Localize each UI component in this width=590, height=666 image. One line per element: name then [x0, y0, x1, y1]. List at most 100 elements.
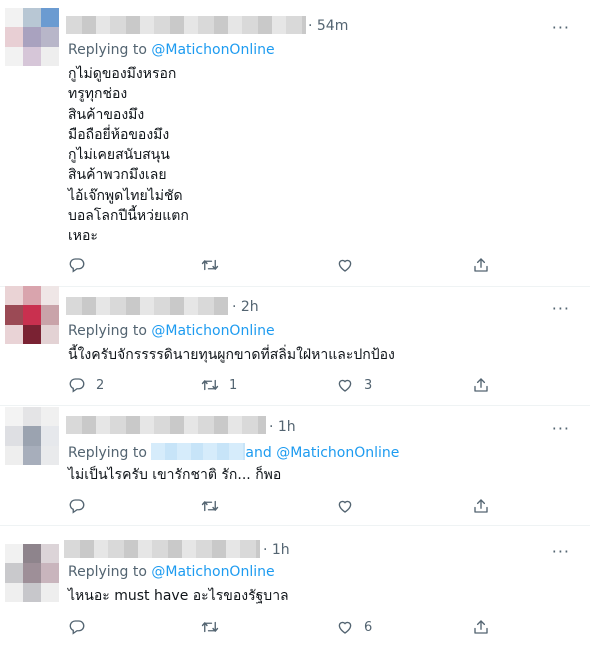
tweet-actions [68, 497, 538, 517]
avatar-pixel [41, 426, 59, 446]
avatar-pixel [41, 407, 59, 427]
reply-icon [68, 618, 86, 636]
tweet[interactable]: · 2h ··· Replying to @MatichonOnline นี้… [0, 286, 590, 406]
replying-to-label: Replying to [68, 323, 152, 339]
avatar-pixel [23, 407, 41, 427]
more-icon[interactable]: ··· [552, 419, 570, 438]
avatar-pixel [5, 27, 23, 47]
tweet[interactable]: · 54m ··· Replying to @MatichonOnline กู… [0, 0, 590, 287]
share-button[interactable] [472, 376, 490, 394]
tweet-text: ไม่เป็นไรครับ เขารักชาติ รัก... ก็พอ [68, 467, 282, 483]
avatar-pixel [23, 544, 41, 564]
tweet[interactable]: · 1h ··· Replying to and @MatichonOnline… [0, 406, 590, 526]
retweet-icon [201, 497, 219, 515]
share-button[interactable] [472, 618, 490, 636]
avatar-pixel [5, 582, 23, 602]
tweet-actions [68, 256, 538, 276]
retweet-button[interactable] [201, 497, 229, 515]
author-name-blurred[interactable] [66, 416, 266, 434]
replying-to: Replying to and @MatichonOnline [68, 443, 399, 461]
tweet-timestamp[interactable]: · 1h [269, 419, 296, 435]
reply-handle-link[interactable]: @MatichonOnline [151, 42, 274, 58]
avatar-pixel [41, 324, 59, 344]
like-button[interactable]: 3 [336, 376, 372, 394]
reply-icon [68, 256, 86, 274]
reply-icon [68, 376, 86, 394]
avatar-pixel [41, 544, 59, 564]
tweet-timestamp[interactable]: · 2h [232, 299, 259, 315]
heart-icon [336, 256, 354, 274]
avatar-pixel [5, 305, 23, 325]
share-button[interactable] [472, 256, 490, 274]
tweet-text: นี้ใงครับจักรรรรดินายทุนผูกขาดที่สลิ่มใฝ… [68, 347, 395, 363]
avatar[interactable] [5, 8, 59, 66]
retweet-button[interactable] [201, 256, 229, 274]
avatar-pixel [23, 582, 41, 602]
reply-button[interactable] [68, 618, 96, 636]
author-name-blurred[interactable] [66, 297, 228, 315]
retweet-count: 1 [229, 377, 238, 393]
avatar-pixel [5, 544, 23, 564]
avatar[interactable] [5, 286, 59, 344]
replying-to: Replying to @MatichonOnline [68, 323, 275, 339]
retweet-icon [201, 618, 219, 636]
avatar-pixel [23, 286, 41, 306]
tweet[interactable]: · 1h ··· Replying to @MatichonOnline ไหน… [0, 526, 590, 666]
reply-button[interactable] [68, 256, 96, 274]
avatar-pixel [41, 563, 59, 583]
like-button[interactable] [336, 497, 364, 515]
reply-handle-link[interactable]: @MatichonOnline [276, 445, 399, 461]
reply-and-label: and [245, 445, 277, 461]
like-button[interactable] [336, 256, 364, 274]
avatar-pixel [23, 27, 41, 47]
heart-icon [336, 376, 354, 394]
avatar-pixel [41, 286, 59, 306]
retweet-icon [201, 256, 219, 274]
retweet-icon [201, 376, 219, 394]
tweet-timestamp[interactable]: · 54m [308, 18, 348, 34]
reply-button[interactable]: 2 [68, 376, 104, 394]
share-icon [472, 497, 490, 515]
avatar-pixel [23, 46, 41, 66]
more-icon[interactable]: ··· [552, 299, 570, 318]
avatar-pixel [5, 286, 23, 306]
like-count: 6 [364, 619, 373, 635]
avatar-pixel [5, 445, 23, 465]
retweet-button[interactable] [201, 618, 229, 636]
more-icon[interactable]: ··· [552, 18, 570, 37]
retweet-button[interactable]: 1 [201, 376, 237, 394]
avatar-pixel [41, 27, 59, 47]
replying-to-label: Replying to [68, 42, 152, 58]
avatar-pixel [5, 407, 23, 427]
avatar-pixel [5, 46, 23, 66]
tweet-actions: 6 [68, 618, 538, 638]
avatar-pixel [23, 8, 41, 28]
reply-handle-link[interactable]: @MatichonOnline [151, 323, 274, 339]
replying-to-label: Replying to [68, 445, 152, 461]
replying-to-label: Replying to [68, 564, 152, 580]
avatar-pixel [23, 426, 41, 446]
reply-button[interactable] [68, 497, 96, 515]
author-name-blurred[interactable] [66, 16, 306, 34]
tweet-text: กูไม่ดูของมึงหรอก ทรูทุกช่อง สินค้าของมึ… [68, 66, 189, 245]
replying-to: Replying to @MatichonOnline [68, 42, 275, 58]
share-button[interactable] [472, 497, 490, 515]
avatar-pixel [23, 445, 41, 465]
like-count: 3 [364, 377, 373, 393]
avatar-pixel [23, 305, 41, 325]
like-button[interactable]: 6 [336, 618, 372, 636]
heart-icon [336, 618, 354, 636]
avatar-pixel [41, 445, 59, 465]
author-name-blurred[interactable] [64, 540, 260, 558]
mentioned-handle-blurred[interactable] [151, 443, 246, 460]
reply-handle-link[interactable]: @MatichonOnline [151, 564, 274, 580]
avatar-pixel [41, 305, 59, 325]
more-icon[interactable]: ··· [552, 542, 570, 561]
share-icon [472, 256, 490, 274]
replying-to: Replying to @MatichonOnline [68, 564, 275, 580]
avatar[interactable] [5, 544, 59, 602]
avatar-pixel [23, 563, 41, 583]
tweet-timestamp[interactable]: · 1h [263, 542, 290, 558]
avatar-pixel [41, 8, 59, 28]
avatar[interactable] [5, 407, 59, 465]
